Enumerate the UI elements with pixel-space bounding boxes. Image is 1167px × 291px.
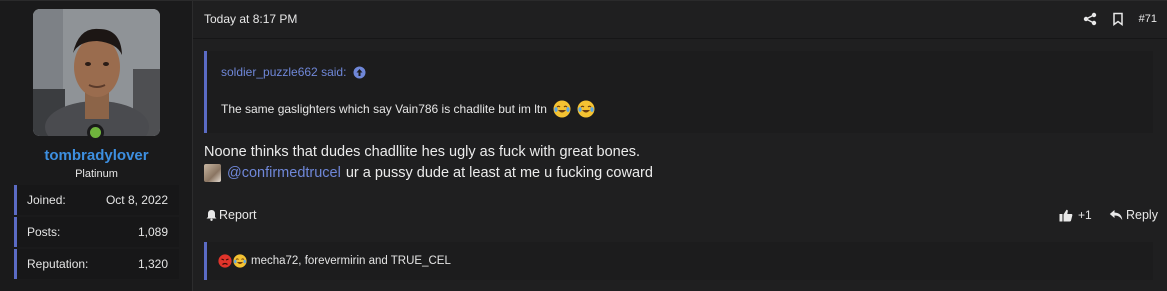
- forum-post: tombradylover Platinum Joined: Oct 8, 20…: [0, 0, 1167, 291]
- like-count: +1: [1078, 208, 1092, 222]
- like-button[interactable]: +1: [1059, 208, 1092, 222]
- stat-joined: Joined: Oct 8, 2022: [14, 185, 179, 215]
- stat-value: 1,089: [137, 225, 168, 239]
- report-label: Report: [219, 208, 257, 222]
- avatar-image: [33, 9, 160, 136]
- quote-text: The same gaslighters which say Vain786 i…: [221, 100, 595, 118]
- mention-avatar[interactable]: [204, 164, 221, 182]
- username-link[interactable]: tombradylover: [0, 147, 193, 164]
- post-body-line: @confirmedtrucel ur a pussy dude at leas…: [204, 164, 653, 182]
- bookmark-icon[interactable]: [1111, 12, 1125, 26]
- share-icon[interactable]: [1083, 12, 1097, 26]
- stat-reputation: Reputation: 1,320: [14, 249, 179, 279]
- stat-label: Reputation:: [27, 257, 89, 271]
- stat-value: 1,320: [137, 257, 168, 271]
- angry-emoji-icon: [218, 254, 232, 268]
- post-main: Today at 8:17 PM #71 soldier_puzzle662 s…: [193, 1, 1167, 291]
- user-panel: tombradylover Platinum Joined: Oct 8, 20…: [0, 1, 193, 291]
- stat-value: Oct 8, 2022: [105, 193, 168, 207]
- stat-label: Posts:: [27, 225, 61, 239]
- joy-emoji-icon: [553, 100, 571, 118]
- up-arrow-icon[interactable]: [353, 66, 366, 79]
- reactions-bar[interactable]: mecha72, forevermirin and TRUE_CEL: [204, 242, 1153, 280]
- avatar[interactable]: [33, 9, 160, 136]
- stat-label: Joined:: [27, 193, 66, 207]
- thumbs-up-icon: [1059, 209, 1073, 222]
- reply-label: Reply: [1126, 208, 1158, 222]
- mention-link[interactable]: @confirmedtrucel: [227, 165, 341, 181]
- user-title: Platinum: [75, 168, 118, 180]
- reply-button[interactable]: Reply: [1109, 208, 1158, 222]
- bell-icon: [206, 209, 217, 221]
- post-number-link[interactable]: #71: [1139, 13, 1157, 25]
- joy-emoji-icon: [577, 100, 595, 118]
- quote-block: soldier_puzzle662 said: The same gasligh…: [204, 51, 1153, 133]
- post-body-text: ur a pussy dude at least at me u fucking…: [345, 165, 653, 181]
- quote-author[interactable]: soldier_puzzle662 said:: [221, 65, 346, 79]
- quote-content: The same gaslighters which say Vain786 i…: [221, 102, 547, 116]
- joy-emoji-icon: [233, 254, 247, 268]
- reaction-users-link[interactable]: mecha72, forevermirin and TRUE_CEL: [251, 255, 451, 267]
- online-status-indicator: [87, 124, 104, 141]
- reply-icon: [1109, 209, 1123, 221]
- stat-posts: Posts: 1,089: [14, 217, 179, 247]
- header-divider: [193, 38, 1167, 39]
- report-button[interactable]: Report: [206, 208, 257, 222]
- post-date-link[interactable]: Today at 8:17 PM: [204, 12, 297, 26]
- quote-attribution[interactable]: soldier_puzzle662 said:: [221, 65, 366, 79]
- post-header-actions: #71: [1083, 10, 1157, 28]
- post-body-line: Noone thinks that dudes chadllite hes ug…: [204, 144, 641, 160]
